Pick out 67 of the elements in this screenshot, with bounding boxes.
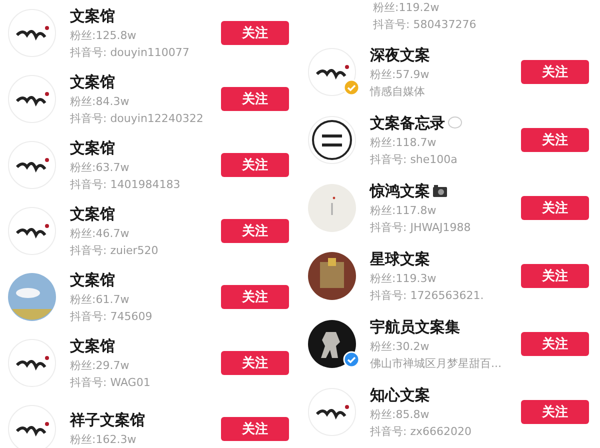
account-id: 抖音号: WAG01 bbox=[70, 374, 152, 390]
account-name: 宇航员文案集 bbox=[370, 318, 460, 336]
avatar-image bbox=[8, 273, 56, 321]
account-id: 情感自媒体 bbox=[370, 84, 426, 98]
account-id: 抖音号: zuier520 bbox=[70, 242, 160, 258]
follow-button[interactable]: 关注 bbox=[221, 21, 289, 45]
follower-count: 粉丝:162.3w bbox=[70, 432, 138, 447]
account-id: 抖音号: 1726563621. bbox=[370, 288, 485, 302]
account-name: 知心文案 bbox=[370, 386, 430, 404]
follower-count: 粉丝:57.9w bbox=[370, 66, 430, 82]
follow-button[interactable]: 关注 bbox=[521, 264, 589, 288]
account-id: 抖音号: 580437276 bbox=[373, 17, 478, 32]
account-name: 文案馆 bbox=[70, 204, 115, 224]
follow-button[interactable]: 关注 bbox=[221, 351, 289, 375]
account-name: 文案馆 bbox=[70, 270, 115, 290]
follow-button[interactable]: 关注 bbox=[221, 417, 289, 441]
follower-count: 粉丝:61.7w bbox=[70, 292, 130, 306]
camera-icon bbox=[432, 184, 448, 198]
account-name: 文案备忘录 bbox=[370, 114, 445, 132]
account-name: 深夜文案 bbox=[370, 46, 430, 64]
follower-count: 粉丝:63.7w bbox=[70, 160, 130, 174]
account-id: 抖音号: she100a bbox=[370, 152, 458, 166]
follower-count: 粉丝:30.2w bbox=[370, 338, 430, 354]
follower-count: 粉丝:85.8w bbox=[370, 406, 430, 422]
follower-count: 粉丝:125.8w bbox=[70, 28, 138, 42]
avatar-image bbox=[8, 75, 56, 123]
avatar-image bbox=[308, 320, 356, 368]
account-id: 抖音号: douyin12240322 bbox=[70, 110, 204, 126]
account-name: 文案馆 bbox=[70, 6, 115, 26]
follow-button[interactable]: 关注 bbox=[521, 400, 589, 424]
account-id: 抖音号: zx6662020 bbox=[370, 424, 472, 438]
avatar-image bbox=[8, 9, 56, 57]
account-id: 抖音号: douyin110077 bbox=[70, 44, 190, 60]
account-id: 抖音号: 745609 bbox=[70, 308, 154, 324]
follow-button[interactable]: 关注 bbox=[221, 285, 289, 309]
follow-button[interactable]: 关注 bbox=[521, 332, 589, 356]
account-id: 抖音号: 1401984183 bbox=[70, 176, 182, 192]
account-name: 文案馆 bbox=[70, 336, 115, 356]
avatar-image bbox=[8, 339, 56, 387]
follow-button[interactable]: 关注 bbox=[221, 153, 289, 177]
avatar-image bbox=[308, 184, 356, 232]
account-id: 抖音号: JHWAJ1988 bbox=[370, 220, 472, 234]
follower-count: 粉丝:119.3w bbox=[370, 270, 438, 286]
avatar-image bbox=[308, 252, 356, 300]
follower-count: 粉丝:29.7w bbox=[70, 358, 130, 372]
account-name: 祥子文案馆 bbox=[70, 411, 145, 430]
avatar-image bbox=[308, 116, 356, 164]
follow-button[interactable]: 关注 bbox=[521, 196, 589, 220]
speech-bubble-icon bbox=[447, 116, 463, 130]
follower-count: 粉丝:46.7w bbox=[70, 226, 130, 240]
follow-button[interactable]: 关注 bbox=[221, 87, 289, 111]
follow-button[interactable]: 关注 bbox=[521, 128, 589, 152]
avatar-image bbox=[8, 207, 56, 255]
account-name: 惊鸿文案 bbox=[370, 182, 430, 200]
avatar-image bbox=[8, 141, 56, 189]
account-id: 佛山市禅城区月梦星甜百... bbox=[370, 356, 502, 370]
account-name: 星球文案 bbox=[370, 250, 430, 268]
follower-count: 粉丝:84.3w bbox=[70, 94, 130, 108]
follower-count: 粉丝:118.7w bbox=[370, 134, 438, 150]
avatar-image bbox=[308, 48, 356, 96]
follow-button[interactable]: 关注 bbox=[221, 219, 289, 243]
follower-count: 粉丝:119.2w bbox=[373, 0, 440, 15]
follow-button[interactable]: 关注 bbox=[521, 60, 589, 84]
avatar-image bbox=[308, 388, 356, 436]
account-name: 文案馆 bbox=[70, 72, 115, 92]
account-name: 文案馆 bbox=[70, 138, 115, 158]
follower-count: 粉丝:117.8w bbox=[370, 202, 438, 218]
